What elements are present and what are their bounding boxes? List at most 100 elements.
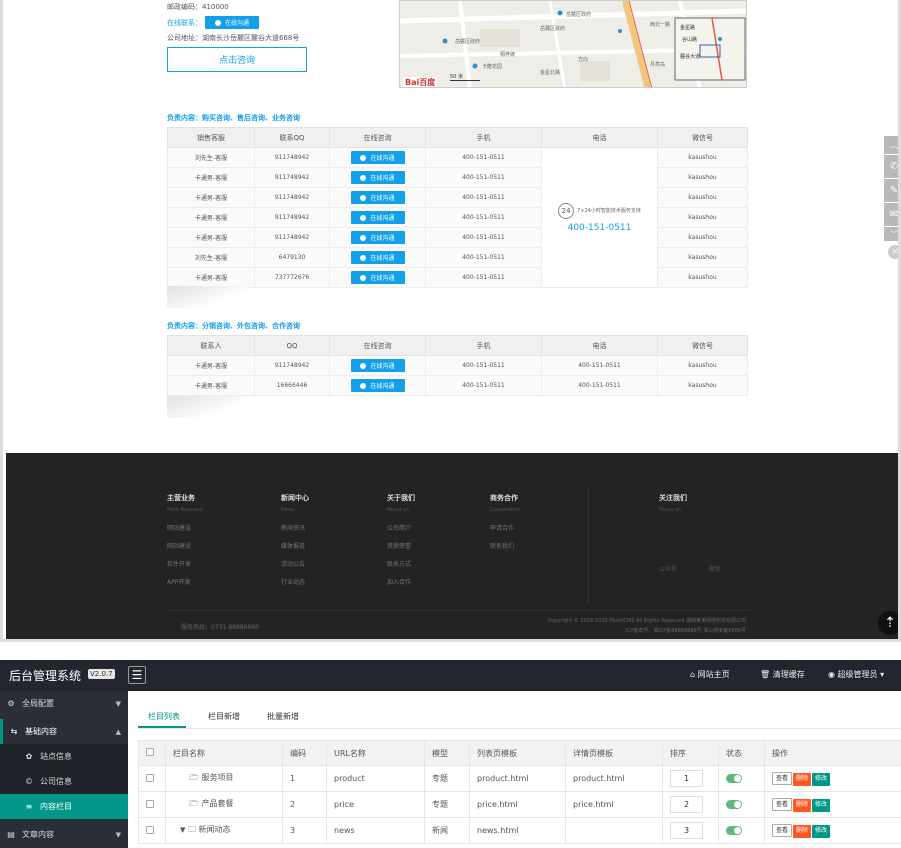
online-chat-button[interactable]: 在线沟通 [350,271,405,284]
admin-sidebar: ⚙ 全局配置 ▼ ⇆ 基础内容 ▲ ✿ 站点信息 © 公司信息 ≡ 内容栏目 ▤ 文章内容 ▼ [0,691,128,848]
sales-qq: 911748942 [254,167,330,188]
footer-link[interactable]: 网站建设 [167,541,203,550]
online-chat-button[interactable]: 在线沟通 [350,231,405,244]
status-cell [718,791,765,818]
footer-link[interactable]: 公司简介 [387,523,415,532]
online-chat-button[interactable]: 在线沟通 [350,251,405,264]
online-chat-button[interactable]: 在线沟通 [350,379,405,392]
partner-phone: 400-151-0511 [541,375,658,396]
partner-wechat: kasushou [657,375,748,396]
sales-wechat: kasushou [657,227,748,248]
footer-link[interactable]: 软件开发 [167,559,203,568]
row-select-cell [138,765,166,792]
status-toggle[interactable] [726,826,742,835]
site-home-link[interactable]: ⌂ 网站主页 [690,669,730,680]
tab-column-add[interactable]: 栏目新增 [208,711,240,722]
postcode-text: 邮政编码：410000 [167,3,229,11]
row-checkbox[interactable] [146,773,154,782]
table-shadow [167,286,247,308]
select-all-checkbox[interactable] [146,748,154,756]
edit-button[interactable]: 修改 [812,798,831,812]
edit-button[interactable]: 修改 [812,824,831,838]
row-checkbox[interactable] [146,825,154,834]
footer-link[interactable]: 联系方式 [387,559,415,568]
mail-icon[interactable]: ✉ [884,203,898,226]
status-toggle[interactable] [726,774,742,783]
partner-name: 卡通男-客服 [167,355,255,376]
delete-button[interactable]: 删除 [793,824,812,838]
click-consult-button[interactable]: 点击咨询 [167,47,307,72]
column-code: 3 [282,817,327,844]
edit-icon[interactable]: ✎ [884,179,898,202]
col-header: 手机 [425,127,542,148]
chevron-down-icon[interactable]: ﹀ [884,227,898,241]
online-chat-button[interactable]: 在线沟通 [350,191,405,204]
col-header: 联系人 [167,335,255,356]
sidebar-item-content-column[interactable]: ≡ 内容栏目 [0,794,128,819]
delete-button[interactable]: 删除 [793,772,812,786]
file-icon: ▤ [7,830,15,839]
home-icon: ⌂ [690,670,696,679]
view-button[interactable]: 查看 [772,823,793,837]
tab-column-list[interactable]: 栏目列表 [148,711,180,722]
user-menu[interactable]: ◉ 超级管理员 ▾ [828,669,884,680]
footer-link[interactable]: 加入合作 [387,577,415,586]
delete-button[interactable]: 删除 [793,798,812,812]
col-header: 状态 [718,740,765,766]
footer-link[interactable]: APP开发 [167,577,203,586]
online-chat-button[interactable]: 在线沟通 [205,16,259,29]
sales-name: 刘先生-客服 [167,247,255,268]
footer-line [166,610,751,611]
back-to-top-icon[interactable]: ⇡ [878,611,898,635]
sidebar-item-global-config[interactable]: ⚙ 全局配置 ▼ [0,691,128,716]
online-chat-button[interactable]: 在线沟通 [350,151,405,164]
phone-icon[interactable]: ✆ [884,155,898,178]
footer-link[interactable]: 媒体报道 [281,541,309,550]
follow-official[interactable]: 公众号 [659,564,677,573]
chevron-up-icon[interactable]: ︿ [884,136,898,154]
qq-icon [360,214,367,221]
footer-column: 商务合作 Cooperation 申请合作 联系我们 [490,493,521,559]
tab-batch-add[interactable]: 批量新增 [267,711,299,722]
ops-cell: 查看 删除 修改 [764,791,901,818]
caret-down-icon[interactable]: ▼ [180,826,185,834]
copyright: Copyright © 2018-2020 PbootCMS All Right… [547,618,746,624]
col-header: 在线咨询 [329,127,426,148]
footer-link[interactable]: 资质荣誉 [387,541,415,550]
admin-topbar: 后台管理系统 V2.0.7 ☰ ⌂ 网站主页 🗑 清理缓存 ◉ 超级管理员 ▾ [0,660,901,691]
footer-link[interactable]: 联系我们 [490,541,521,550]
edit-button[interactable]: 修改 [812,772,831,786]
table-shadow [167,396,247,418]
sidebar-item-basic-content[interactable]: ⇆ 基础内容 ▲ [0,719,128,744]
row-checkbox[interactable] [146,799,154,808]
footer-link[interactable]: 活动公告 [281,559,309,568]
status-toggle[interactable] [726,800,742,809]
floating-toolbar: ︿ ✆ ✎ ✉ ﹀ × [884,136,898,259]
online-chat-button[interactable]: 在线沟通 [350,211,405,224]
footer-link[interactable]: 行业动态 [281,577,309,586]
sort-input[interactable]: 1 [670,770,703,787]
footer-link[interactable]: 网站建设 [167,523,203,532]
table-row: ▼ 🗀 新闻动态 3 news 新闻 news.html 3 查看 删除 修改 [138,817,901,844]
baidu-logo: Bai百度 [403,77,438,87]
chat-cell: 在线沟通 [329,227,426,248]
col-header: 手机 [425,335,542,356]
footer-link[interactable]: 新闻资讯 [281,523,309,532]
partner-contact-table: 联系人 QQ 在线咨询 手机 电话 微信号 卡通男-客服 911748942 在线沟… [167,335,748,396]
sales-contact-table: 销售客服 联系QQ 在线咨询 手机 电话 微信号 刘先生-客服 911748942… [167,127,748,288]
footer-link[interactable]: 申请合作 [490,523,521,532]
close-icon[interactable]: × [888,245,898,259]
baidu-map[interactable]: 岳麓区政府 卡酷花园 岳麓区政府 岳麓区政府 桐梓坡 金星北路 方向 西北一路 … [399,0,747,88]
online-chat-button[interactable]: 在线沟通 [350,171,405,184]
sort-input[interactable]: 3 [670,822,703,839]
online-chat-button[interactable]: 在线沟通 [350,359,405,372]
follow-wechat[interactable]: 微信 [709,564,721,573]
view-button[interactable]: 查看 [772,797,793,811]
sort-input[interactable]: 2 [670,796,703,813]
view-button[interactable]: 查看 [772,771,793,785]
sidebar-item-article[interactable]: ▤ 文章内容 ▼ [0,822,128,847]
menu-toggle-icon[interactable]: ☰ [128,666,146,684]
clear-cache-link[interactable]: 🗑 清理缓存 [760,669,805,680]
sidebar-item-company-info[interactable]: © 公司信息 [0,769,128,794]
sidebar-item-site-info[interactable]: ✿ 站点信息 [0,744,128,769]
